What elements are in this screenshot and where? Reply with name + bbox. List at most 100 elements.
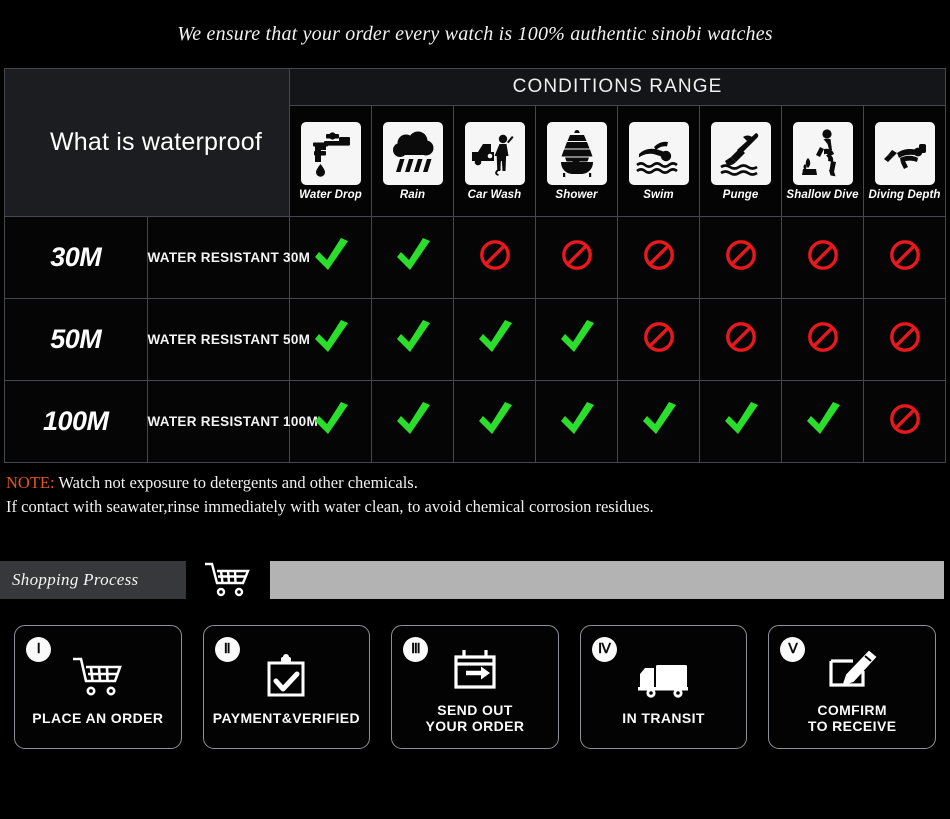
shopping-cart-icon: [186, 561, 270, 599]
car-wash-icon: [464, 121, 525, 185]
shopping-process-bar: Shopping Process: [0, 561, 950, 599]
cell-mark: [617, 380, 700, 463]
column-header-diving-depth: Diving Depth: [863, 105, 946, 217]
cell-mark: [371, 298, 454, 381]
scuba-diver-icon: [874, 121, 935, 185]
note-block: NOTE: Watch not exposure to detergents a…: [0, 463, 950, 519]
step-label: SEND OUT YOUR ORDER: [425, 701, 525, 734]
step-numeral-badge: Ⅴ: [780, 637, 806, 662]
cell-mark: [453, 216, 536, 299]
prohibited-icon: [888, 320, 922, 354]
table-header-row: What is waterproof CONDITIONS RANGE: [4, 68, 946, 217]
page-title: What is waterproof: [4, 68, 290, 217]
shopping-process-progress-bar: [270, 561, 944, 599]
cell-mark: [617, 216, 700, 299]
column-header-swim: Swim: [617, 105, 700, 217]
column-header-water-drop: Water Drop: [289, 105, 372, 217]
check-icon: [393, 400, 433, 438]
row-description: WATER RESISTANT 30M: [146, 216, 310, 299]
cell-mark: [371, 380, 454, 463]
step-label: COMFIRM TO RECEIVE: [807, 701, 897, 734]
column-header-car-wash: Car Wash: [453, 105, 536, 217]
column-header-label: Shallow Dive: [786, 188, 859, 201]
prohibited-icon: [806, 238, 840, 272]
column-header-label: Shower: [555, 188, 598, 201]
row-description-text: WATER RESISTANT 100M: [147, 413, 319, 429]
check-icon: [311, 318, 351, 356]
step-label: PLACE AN ORDER: [32, 709, 164, 726]
page-root: We ensure that your order every watch is…: [0, 0, 950, 819]
edit-pencil-icon: [825, 641, 879, 693]
shopping-cart-icon: [69, 649, 127, 701]
check-icon: [393, 236, 433, 274]
step-label: IN TRANSIT: [622, 709, 705, 726]
cell-mark: [863, 298, 946, 381]
conditions-range-label: CONDITIONS RANGE: [512, 76, 723, 97]
column-header-label: Diving Depth: [868, 188, 941, 201]
shallow-dive-icon: [792, 121, 853, 185]
cell-mark: [371, 216, 454, 299]
prohibited-icon: [888, 238, 922, 272]
step-in-transit[interactable]: Ⅳ IN TRANSIT: [579, 625, 748, 749]
shopping-process-label: Shopping Process: [12, 570, 139, 589]
step-label: PAYMENT&VERIFIED: [212, 709, 360, 726]
column-header-label: Punge: [722, 188, 759, 201]
check-icon: [475, 318, 515, 356]
prohibited-icon: [642, 320, 676, 354]
step-numeral-badge: Ⅱ: [214, 637, 240, 662]
assurance-banner-text: We ensure that your order every watch is…: [177, 22, 773, 45]
calendar-arrow-icon: [449, 641, 501, 693]
row-description-text: WATER RESISTANT 30M: [147, 249, 311, 265]
cell-mark: [617, 298, 700, 381]
faucet-drop-icon: [300, 121, 361, 185]
cell-mark: [781, 380, 864, 463]
shopping-steps: Ⅰ PLACE AN ORDER Ⅱ PAYMENT&VERIFIED Ⅲ SE…: [0, 625, 950, 749]
row-depth-text: 50M: [50, 324, 102, 354]
check-icon: [557, 400, 597, 438]
waterproof-table: What is waterproof CONDITIONS RANGE Wate…: [4, 68, 946, 463]
cell-mark: [535, 380, 618, 463]
plunge-dive-icon: [710, 121, 771, 185]
cell-mark: [781, 216, 864, 299]
step-comfirm-to-receive[interactable]: Ⅴ COMFIRM TO RECEIVE: [768, 625, 936, 749]
note-line-1-text: Watch not exposure to detergents and oth…: [54, 473, 418, 492]
step-payment-verified[interactable]: Ⅱ PAYMENT&VERIFIED: [202, 625, 371, 749]
row-depth-badge: 100M: [4, 380, 148, 463]
prohibited-icon: [478, 238, 512, 272]
prohibited-icon: [724, 238, 758, 272]
column-header-label: Car Wash: [467, 188, 522, 201]
prohibited-icon: [806, 320, 840, 354]
row-depth-badge: 30M: [4, 216, 148, 299]
note-keyword: NOTE:: [6, 473, 55, 492]
check-icon: [803, 400, 843, 438]
prohibited-icon: [560, 238, 594, 272]
cell-mark: [535, 298, 618, 381]
step-place-an-order[interactable]: Ⅰ PLACE AN ORDER: [14, 625, 182, 749]
cell-mark: [535, 216, 618, 299]
cell-mark: [699, 298, 782, 381]
prohibited-icon: [888, 402, 922, 436]
column-header-shallow-dive: Shallow Dive: [781, 105, 864, 217]
note-line-1: NOTE: Watch not exposure to detergents a…: [6, 471, 946, 495]
step-send-out-your-order[interactable]: Ⅲ SEND OUT YOUR ORDER: [391, 625, 559, 749]
swimmer-icon: [628, 121, 689, 185]
table-row: 100M WATER RESISTANT 100M: [4, 380, 946, 463]
column-header-shower: Shower: [535, 105, 618, 217]
row-description: WATER RESISTANT 50M: [146, 298, 310, 381]
column-header-label: Water Drop: [299, 188, 362, 201]
column-header-label: Swim: [643, 188, 674, 201]
conditions-range-header: CONDITIONS RANGE: [289, 68, 946, 106]
shower-bath-icon: [546, 121, 607, 185]
column-header-label: Rain: [399, 188, 426, 201]
cell-mark: [453, 298, 536, 381]
shopping-process-tag: Shopping Process: [0, 561, 186, 599]
table-row: 30M WATER RESISTANT 30M: [4, 216, 946, 299]
cell-mark: [699, 216, 782, 299]
column-header-rain: Rain: [371, 105, 454, 217]
row-depth-badge: 50M: [4, 298, 148, 381]
check-icon: [639, 400, 679, 438]
row-depth-text: 30M: [50, 242, 102, 272]
delivery-truck-icon: [635, 649, 693, 701]
step-numeral-badge: Ⅲ: [403, 637, 429, 662]
cell-mark: [781, 298, 864, 381]
